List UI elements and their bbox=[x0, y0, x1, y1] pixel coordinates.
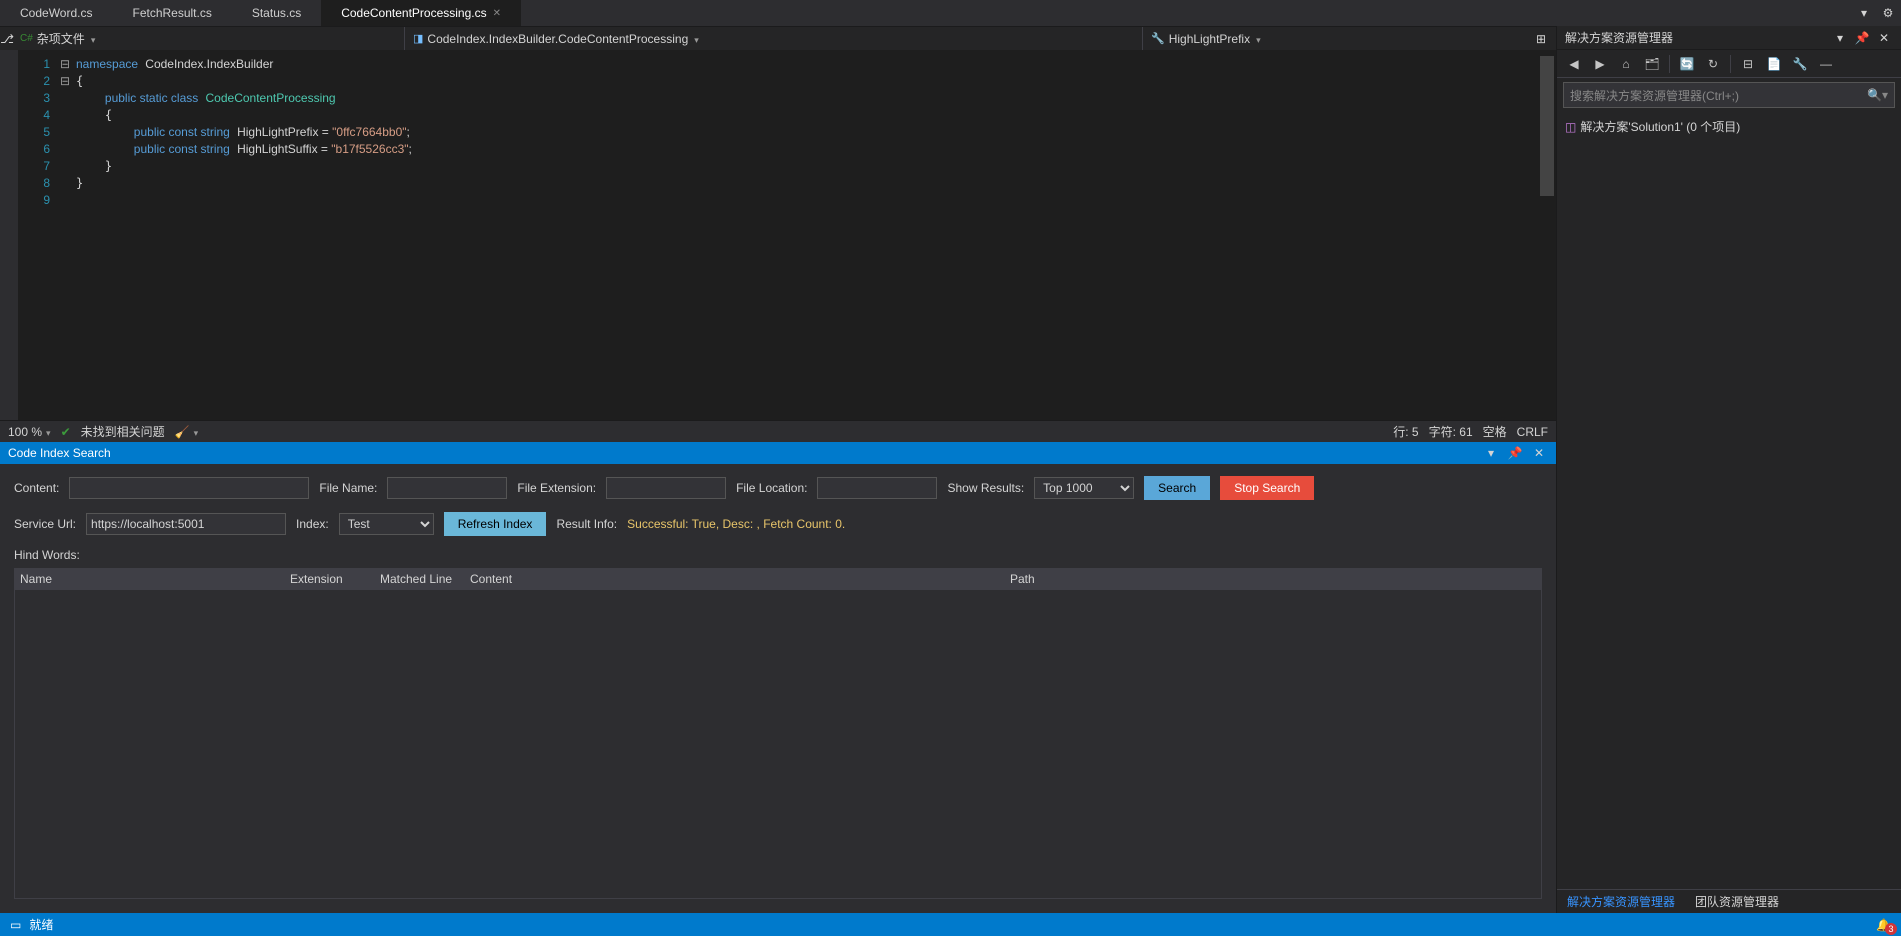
tab-team-explorer[interactable]: 团队资源管理器 bbox=[1685, 889, 1789, 914]
refresh-index-button[interactable]: Refresh Index bbox=[444, 512, 547, 536]
dropdown-icon[interactable]: ▾ bbox=[1831, 29, 1849, 47]
vertical-tab-icon[interactable]: ⎇ bbox=[0, 32, 14, 46]
pin-icon[interactable]: 📌 bbox=[1506, 444, 1524, 462]
fileloc-label: File Location: bbox=[736, 481, 807, 495]
fileext-input[interactable] bbox=[606, 477, 726, 499]
code-editor[interactable]: 123456789 ⊟⊟ namespace CodeIndex.IndexBu… bbox=[0, 50, 1556, 420]
fold-gutter[interactable]: ⊟⊟ bbox=[58, 50, 72, 420]
show-all-icon[interactable]: 📄 bbox=[1763, 53, 1785, 75]
filename-label: File Name: bbox=[319, 481, 377, 495]
sync-icon[interactable]: 🔄 bbox=[1676, 53, 1698, 75]
solution-explorer-title[interactable]: 解决方案资源管理器 ▾ 📌 ✕ bbox=[1557, 26, 1901, 50]
solution-explorer-toolbar: ◀ ▶ ⌂ 🗂 🔄 ↻ ⊟ 📄 🔧 — bbox=[1557, 50, 1901, 78]
search-button[interactable]: Search bbox=[1144, 476, 1210, 500]
th-path[interactable]: Path bbox=[1010, 572, 1035, 586]
close-icon[interactable]: ✕ bbox=[1875, 29, 1893, 47]
issues-text[interactable]: 未找到相关问题 bbox=[81, 423, 165, 440]
resultinfo-value: Successful: True, Desc: , Fetch Count: 0… bbox=[627, 517, 845, 531]
ok-icon: ✔ bbox=[61, 425, 71, 439]
window-icon[interactable]: ▭ bbox=[10, 918, 21, 932]
gear-icon[interactable]: ⚙ bbox=[1879, 4, 1897, 22]
th-name[interactable]: Name bbox=[20, 572, 290, 586]
issues-dropdown[interactable]: 🧹 bbox=[175, 425, 198, 439]
editor-status-bar: 100 % ✔ 未找到相关问题 🧹 行: 5 字符: 61 空格 CRLF bbox=[0, 420, 1556, 442]
notifications-icon[interactable]: 🔔3 bbox=[1876, 918, 1891, 932]
field-icon: 🔧 bbox=[1151, 32, 1165, 45]
code-content[interactable]: namespace CodeIndex.IndexBuilder { publi… bbox=[72, 50, 1556, 420]
properties-icon[interactable]: 🔧 bbox=[1789, 53, 1811, 75]
cursor-col: 字符: 61 bbox=[1429, 423, 1473, 440]
preview-icon[interactable]: — bbox=[1815, 53, 1837, 75]
content-input[interactable] bbox=[69, 477, 309, 499]
dropdown-icon[interactable]: ▾ bbox=[1482, 444, 1500, 462]
eol-mode[interactable]: CRLF bbox=[1517, 425, 1548, 439]
document-tabs: CodeWord.cs FetchResult.cs Status.cs Cod… bbox=[0, 0, 1901, 26]
tab-codeword[interactable]: CodeWord.cs bbox=[0, 0, 112, 26]
serviceurl-input[interactable] bbox=[86, 513, 286, 535]
collapse-icon[interactable]: ⊟ bbox=[1737, 53, 1759, 75]
home-icon[interactable]: ⌂ bbox=[1615, 53, 1637, 75]
csharp-icon: C# bbox=[20, 33, 33, 44]
tab-codecontentprocessing[interactable]: CodeContentProcessing.cs✕ bbox=[321, 0, 521, 26]
pin-icon[interactable]: 📌 bbox=[1853, 29, 1871, 47]
hintwords-label: Hind Words: bbox=[14, 548, 80, 562]
tab-fetchresult[interactable]: FetchResult.cs bbox=[112, 0, 231, 26]
cursor-line: 行: 5 bbox=[1393, 423, 1418, 440]
member-dropdown[interactable]: HighLightPrefix bbox=[1169, 32, 1261, 46]
class-icon: ◨ bbox=[413, 32, 423, 45]
code-index-search-panel: Code Index Search ▾ 📌 ✕ Content: File Na… bbox=[0, 442, 1556, 913]
project-dropdown[interactable]: 杂项文件 bbox=[37, 30, 96, 47]
resultinfo-label: Result Info: bbox=[556, 517, 617, 531]
index-select[interactable]: Test bbox=[339, 513, 434, 535]
sidebar-tabs: 解决方案资源管理器 团队资源管理器 bbox=[1557, 889, 1901, 913]
class-dropdown[interactable]: CodeIndex.IndexBuilder.CodeContentProces… bbox=[427, 32, 698, 46]
th-content[interactable]: Content bbox=[470, 572, 1010, 586]
index-label: Index: bbox=[296, 517, 329, 531]
back-icon[interactable]: ◀ bbox=[1563, 53, 1585, 75]
solution-search-input[interactable]: 搜索解决方案资源管理器(Ctrl+;) 🔍▾ bbox=[1563, 82, 1895, 108]
status-ready: 就绪 bbox=[29, 916, 53, 933]
solution-tree[interactable]: ◫ 解决方案'Solution1' (0 个项目) bbox=[1557, 112, 1901, 889]
close-icon[interactable]: ✕ bbox=[493, 8, 501, 19]
fileext-label: File Extension: bbox=[517, 481, 596, 495]
solution-explorer: 解决方案资源管理器 ▾ 📌 ✕ ◀ ▶ ⌂ 🗂 🔄 ↻ ⊟ 📄 🔧 — 搜索解决… bbox=[1556, 26, 1901, 913]
search-icon[interactable]: 🔍▾ bbox=[1867, 88, 1888, 102]
tab-solution-explorer[interactable]: 解决方案资源管理器 bbox=[1557, 889, 1685, 914]
split-editor-icon[interactable]: ⊞ bbox=[1532, 30, 1550, 48]
results-table-header: Name Extension Matched Line Content Path bbox=[14, 568, 1542, 590]
panel-title: Code Index Search bbox=[8, 446, 111, 460]
solution-icon: ◫ bbox=[1565, 120, 1576, 134]
fileloc-input[interactable] bbox=[817, 477, 937, 499]
content-label: Content: bbox=[14, 481, 59, 495]
th-extension[interactable]: Extension bbox=[290, 572, 380, 586]
panel-title-bar[interactable]: Code Index Search ▾ 📌 ✕ bbox=[0, 442, 1556, 464]
serviceurl-label: Service Url: bbox=[14, 517, 76, 531]
stop-search-button[interactable]: Stop Search bbox=[1220, 476, 1314, 500]
switch-views-icon[interactable]: 🗂 bbox=[1641, 53, 1663, 75]
solution-node[interactable]: ◫ 解决方案'Solution1' (0 个项目) bbox=[1565, 118, 1893, 135]
main-layout: ⎇ C# 杂项文件 ◨ CodeIndex.IndexBuilder.CodeC… bbox=[0, 26, 1901, 913]
zoom-level[interactable]: 100 % bbox=[8, 425, 51, 439]
showresults-select[interactable]: Top 1000 bbox=[1034, 477, 1134, 499]
refresh-icon[interactable]: ↻ bbox=[1702, 53, 1724, 75]
navigation-bar: ⎇ C# 杂项文件 ◨ CodeIndex.IndexBuilder.CodeC… bbox=[0, 26, 1556, 50]
dropdown-icon[interactable]: ▾ bbox=[1855, 4, 1873, 22]
tab-status[interactable]: Status.cs bbox=[232, 0, 321, 26]
indent-mode[interactable]: 空格 bbox=[1483, 423, 1507, 440]
forward-icon[interactable]: ▶ bbox=[1589, 53, 1611, 75]
results-table-body[interactable] bbox=[14, 590, 1542, 899]
close-icon[interactable]: ✕ bbox=[1530, 444, 1548, 462]
line-number-gutter: 123456789 bbox=[18, 50, 58, 420]
showresults-label: Show Results: bbox=[947, 481, 1024, 495]
scrollbar-thumb[interactable] bbox=[1540, 56, 1554, 196]
filename-input[interactable] bbox=[387, 477, 507, 499]
status-bar: ▭ 就绪 🔔3 bbox=[0, 913, 1901, 936]
th-matched-line[interactable]: Matched Line bbox=[380, 572, 470, 586]
